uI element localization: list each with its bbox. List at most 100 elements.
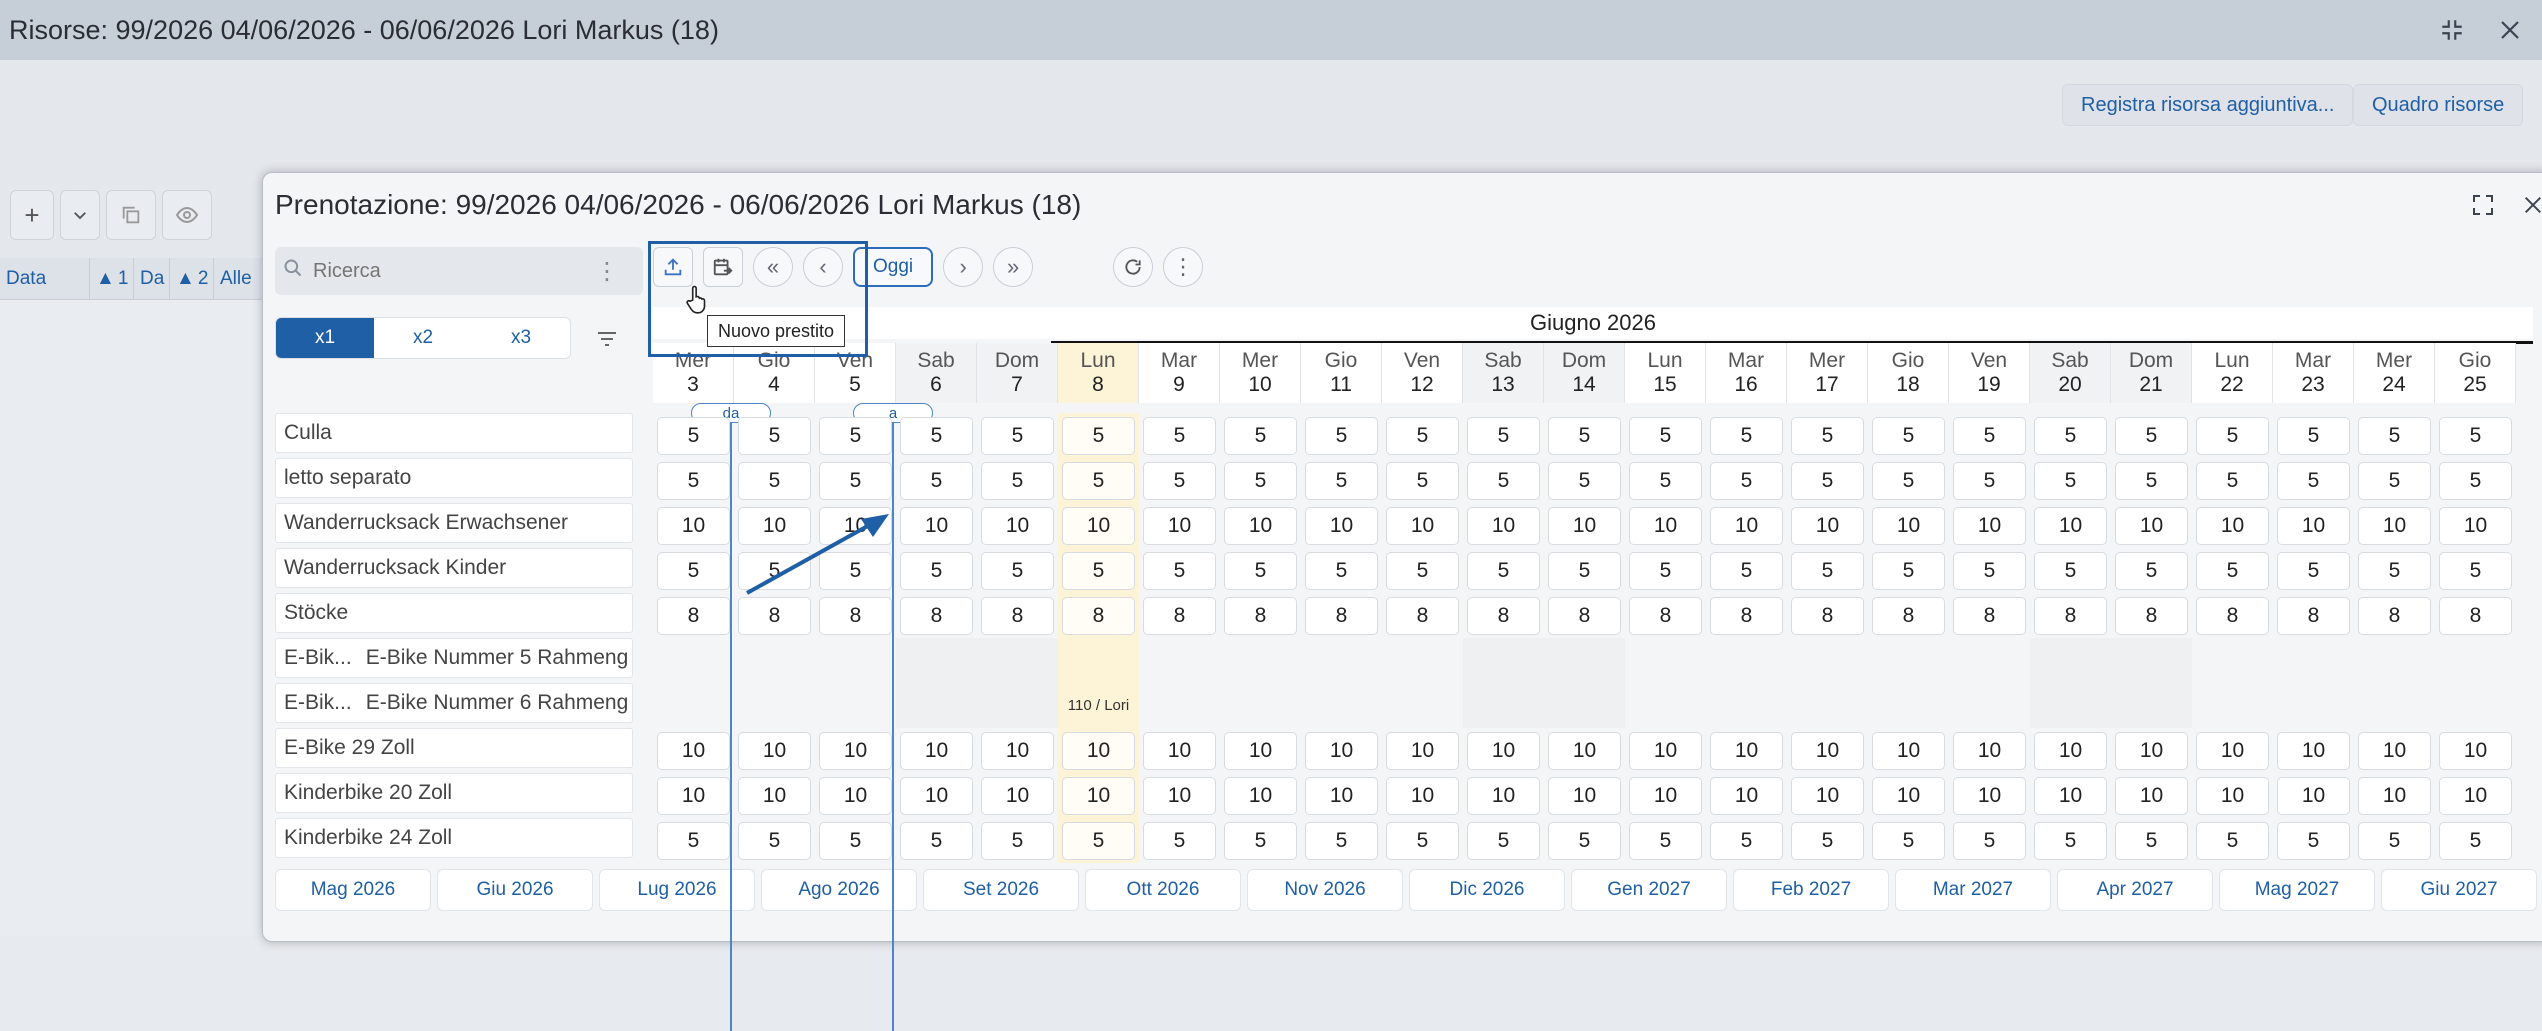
grid-cell[interactable]: 10 xyxy=(977,728,1058,773)
grid-cell[interactable] xyxy=(1625,638,1706,683)
availability-value[interactable]: 10 xyxy=(1872,506,1945,545)
availability-value[interactable]: 5 xyxy=(900,416,973,455)
availability-value[interactable]: 5 xyxy=(819,461,892,500)
availability-value[interactable]: 5 xyxy=(1224,551,1297,590)
grid-cell[interactable]: 10 xyxy=(1949,503,2030,548)
grid-cell[interactable]: 8 xyxy=(1625,593,1706,638)
resource-row[interactable]: Kinderbike 24 Zoll xyxy=(275,818,633,858)
grid-cell[interactable]: 8 xyxy=(2273,593,2354,638)
grid-cell[interactable]: 5 xyxy=(1625,458,1706,503)
availability-value[interactable]: 10 xyxy=(1386,731,1459,770)
month-button[interactable]: Ott 2026 xyxy=(1085,869,1241,911)
grid-cell[interactable] xyxy=(1868,683,1949,728)
availability-value[interactable]: 5 xyxy=(2034,551,2107,590)
availability-value[interactable]: 10 xyxy=(1953,731,2026,770)
availability-value[interactable]: 5 xyxy=(2277,551,2350,590)
availability-value[interactable]: 10 xyxy=(1791,776,1864,815)
grid-cell[interactable]: 10 xyxy=(1139,773,1220,818)
availability-value[interactable]: 10 xyxy=(1791,506,1864,545)
availability-value[interactable]: 8 xyxy=(819,596,892,635)
availability-value[interactable]: 5 xyxy=(657,461,730,500)
availability-value[interactable]: 10 xyxy=(1224,776,1297,815)
grid-cell[interactable]: 5 xyxy=(1139,818,1220,863)
grid-cell[interactable]: 8 xyxy=(815,593,896,638)
availability-value[interactable]: 10 xyxy=(1143,506,1216,545)
availability-value[interactable]: 10 xyxy=(1143,776,1216,815)
availability-value[interactable]: 5 xyxy=(1548,461,1621,500)
availability-value[interactable]: 5 xyxy=(2439,821,2512,860)
grid-cell[interactable] xyxy=(2435,638,2516,683)
availability-value[interactable]: 10 xyxy=(2439,776,2512,815)
grid-cell[interactable]: 5 xyxy=(815,458,896,503)
availability-value[interactable]: 5 xyxy=(2034,821,2107,860)
availability-value[interactable]: 8 xyxy=(738,596,811,635)
availability-value[interactable]: 5 xyxy=(2358,551,2431,590)
grid-cell[interactable]: 10 xyxy=(1463,728,1544,773)
grid-cell[interactable]: 5 xyxy=(1868,548,1949,593)
availability-value[interactable]: 5 xyxy=(2196,551,2269,590)
grid-cell[interactable] xyxy=(2030,638,2111,683)
grid-cell[interactable] xyxy=(1139,683,1220,728)
resource-row[interactable]: letto separato xyxy=(275,458,633,498)
availability-value[interactable]: 5 xyxy=(657,416,730,455)
more-icon[interactable]: ⋮ xyxy=(1163,247,1204,287)
grid-cell[interactable]: 10 xyxy=(1949,728,2030,773)
zoom-x3[interactable]: x3 xyxy=(472,318,570,358)
grid-cell[interactable]: 5 xyxy=(1139,548,1220,593)
grid-cell[interactable]: 5 xyxy=(977,548,1058,593)
grid-cell[interactable]: 10 xyxy=(2111,773,2192,818)
grid-cell[interactable]: 8 xyxy=(2030,593,2111,638)
grid-cell[interactable]: 5 xyxy=(1544,818,1625,863)
grid-cell[interactable]: 10 xyxy=(1139,728,1220,773)
zoom-x2[interactable]: x2 xyxy=(374,318,472,358)
availability-value[interactable]: 8 xyxy=(657,596,730,635)
availability-value[interactable]: 10 xyxy=(1467,506,1540,545)
grid-cell[interactable]: 8 xyxy=(1706,593,1787,638)
grid-cell[interactable] xyxy=(1544,638,1625,683)
grid-cell[interactable] xyxy=(1463,638,1544,683)
availability-value[interactable]: 5 xyxy=(1467,551,1540,590)
grid-cell[interactable]: 5 xyxy=(2435,818,2516,863)
grid-cell[interactable]: 110 / Lori xyxy=(1058,683,1139,728)
availability-value[interactable]: 5 xyxy=(2358,416,2431,455)
availability-value[interactable]: 8 xyxy=(1953,596,2026,635)
availability-value[interactable]: 5 xyxy=(1629,461,1702,500)
availability-value[interactable]: 5 xyxy=(1791,821,1864,860)
grid-cell[interactable]: 5 xyxy=(896,458,977,503)
grid-cell[interactable]: 5 xyxy=(977,818,1058,863)
grid-cell[interactable]: 5 xyxy=(1949,818,2030,863)
availability-value[interactable]: 10 xyxy=(2277,506,2350,545)
grid-cell[interactable] xyxy=(1058,638,1139,683)
availability-value[interactable]: 5 xyxy=(2358,461,2431,500)
grid-cell[interactable]: 5 xyxy=(1868,413,1949,458)
grid-cell[interactable]: 10 xyxy=(2192,773,2273,818)
availability-value[interactable]: 5 xyxy=(1224,821,1297,860)
availability-value[interactable]: 8 xyxy=(2439,596,2512,635)
grid-cell[interactable]: 5 xyxy=(1220,548,1301,593)
grid-cell[interactable] xyxy=(896,683,977,728)
collapse-icon[interactable] xyxy=(2434,12,2470,48)
grid-cell[interactable]: 5 xyxy=(1382,458,1463,503)
chevron-down-icon[interactable] xyxy=(60,190,100,240)
availability-value[interactable]: 5 xyxy=(2034,416,2107,455)
availability-value[interactable]: 5 xyxy=(1062,551,1135,590)
grid-cell[interactable]: 10 xyxy=(1868,728,1949,773)
grid-cell[interactable]: 5 xyxy=(1544,458,1625,503)
grid-cell[interactable]: 8 xyxy=(1787,593,1868,638)
grid-cell[interactable]: 5 xyxy=(2192,818,2273,863)
grid-cell[interactable]: 5 xyxy=(2111,413,2192,458)
grid-cell[interactable]: 5 xyxy=(2111,548,2192,593)
availability-value[interactable]: 5 xyxy=(657,551,730,590)
resource-row[interactable]: Kinderbike 20 Zoll xyxy=(275,773,633,813)
availability-value[interactable]: 5 xyxy=(1872,461,1945,500)
grid-cell[interactable] xyxy=(2111,638,2192,683)
grid-cell[interactable]: 8 xyxy=(1949,593,2030,638)
grid-cell[interactable]: 10 xyxy=(2354,503,2435,548)
availability-value[interactable]: 8 xyxy=(2115,596,2188,635)
grid-cell[interactable]: 5 xyxy=(2192,458,2273,503)
grid-cell[interactable] xyxy=(1706,638,1787,683)
grid-cell[interactable] xyxy=(2111,683,2192,728)
grid-cell[interactable]: 5 xyxy=(653,458,734,503)
grid-cell[interactable]: 5 xyxy=(1301,458,1382,503)
grid-cell[interactable] xyxy=(1868,638,1949,683)
